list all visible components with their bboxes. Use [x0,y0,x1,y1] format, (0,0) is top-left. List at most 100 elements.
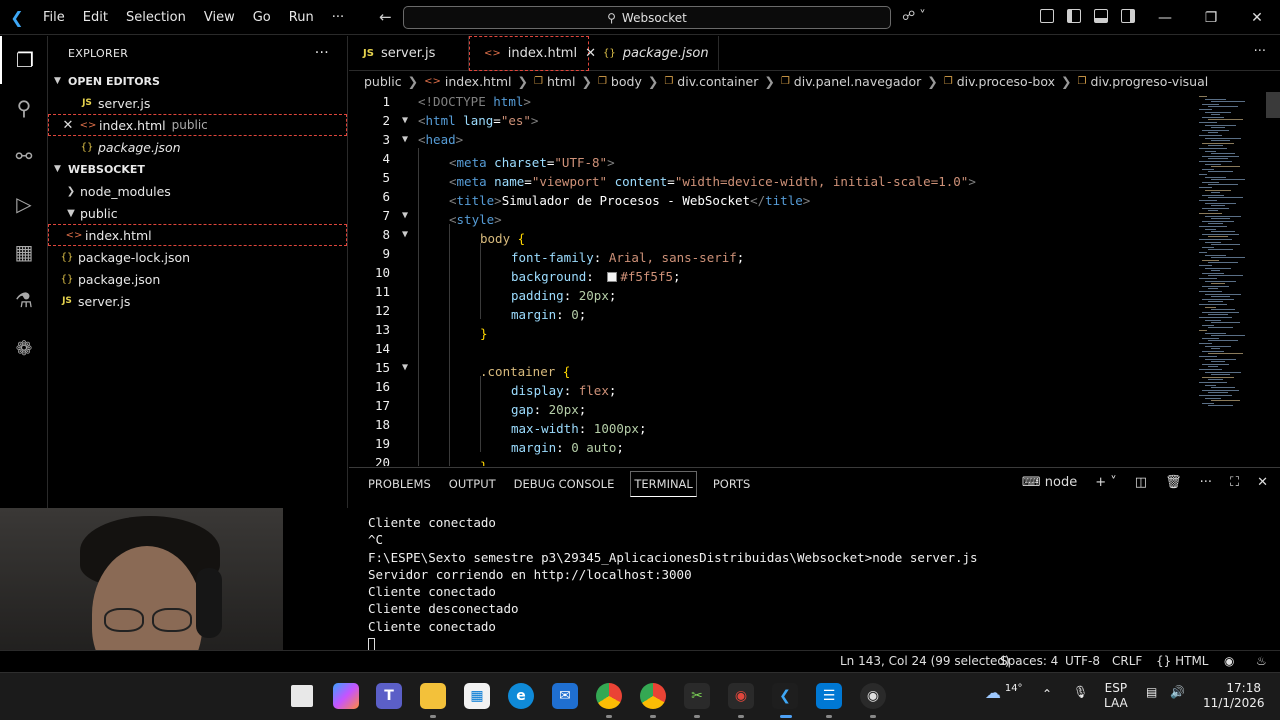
copilot-app-icon[interactable] [333,683,359,709]
close-window-icon[interactable]: ✕ [1234,0,1280,35]
tab-debug-console[interactable]: DEBUG CONSOLE [505,468,624,500]
scroll-thumb[interactable] [1266,92,1280,118]
running-indicator [694,715,700,718]
copilot-status-icon[interactable]: ◉ [1224,654,1234,668]
notepad-icon[interactable]: ☰ [816,683,842,709]
open-editor-item[interactable]: JS server.js [48,92,347,114]
terminal-selector[interactable]: ⌨ node [1022,475,1077,490]
new-terminal-icon[interactable]: + ˅ [1095,475,1117,490]
back-arrow-icon[interactable]: ← [379,8,392,26]
open-editor-item[interactable]: ✕ <> index.html public [48,114,347,136]
tab-output[interactable]: OUTPUT [440,468,505,500]
notifications-icon[interactable]: ♨ [1256,654,1267,668]
customize-layout-icon[interactable] [1040,9,1054,23]
editor-more-actions-icon[interactable]: ··· [1254,44,1266,59]
code-editor[interactable]: 1 <!DOCTYPE html> 2 ▼ <html lang="es"> 3 ▼ <h… [349,92,1195,466]
more-actions-icon[interactable]: ··· [1200,475,1212,490]
source-control-icon[interactable]: ⚯ [0,132,48,180]
chrome-profile-icon[interactable] [596,683,622,709]
copilot-icon[interactable]: ☍ ˅ [902,9,926,24]
tree-item-package-json[interactable]: {} package.json [48,268,347,290]
maximize-panel-icon[interactable]: ⛶ [1230,475,1239,490]
close-panel-icon[interactable]: ✕ [1257,475,1268,490]
fold-chevron-icon[interactable]: ▼ [392,229,418,240]
tab-problems[interactable]: PROBLEMS [359,468,440,500]
minimize-icon[interactable]: — [1142,0,1188,35]
workspace-section[interactable]: ▼ WEBSOCKET [48,158,347,180]
language-mode[interactable]: {} HTML [1156,654,1209,668]
more-actions-icon[interactable]: ··· [315,45,329,61]
file-explorer-icon[interactable] [420,683,446,709]
mongodb-leaf-icon[interactable]: ❁ [0,324,48,372]
teams-icon[interactable]: T [376,683,402,709]
store-icon[interactable]: ▦ [464,683,490,709]
open-editors-section[interactable]: ▼ OPEN EDITORS [48,70,347,92]
encoding[interactable]: UTF-8 [1065,654,1100,668]
extensions-icon[interactable]: ▦ [0,228,48,276]
breadcrumb-item[interactable]: ❯ ❐ div.container [642,74,759,89]
clock[interactable]: 17:18 11/1/2026 [1203,681,1265,711]
input-language[interactable]: ESP LAA [1104,681,1128,711]
end-of-line[interactable]: CRLF [1112,654,1142,668]
microphone-icon[interactable]: 🎙 [1073,685,1088,699]
network-icon[interactable]: ▤ [1146,685,1157,699]
run-debug-icon[interactable]: ▷ [0,180,48,228]
menu-edit[interactable]: Edit [74,0,117,35]
vscode-taskbar-icon[interactable]: ❮ [772,683,798,709]
edge-icon[interactable]: e [508,683,534,709]
breadcrumb-item[interactable]: ❯ <> index.html [402,74,512,89]
menu-view[interactable]: View [195,0,244,35]
tab-server-js[interactable]: JS server.js [349,36,469,71]
breadcrumb-item[interactable]: ❯ ❐ div.panel.navegador [758,74,921,89]
fold-chevron-icon[interactable]: ▼ [392,134,418,145]
toggle-secondary-sidebar-icon[interactable] [1121,9,1135,23]
trash-icon[interactable]: 🗑 [1165,475,1182,490]
minimap[interactable] [1195,92,1265,466]
weather-widget[interactable]: ☁ 14° [985,683,1023,702]
recorder-icon[interactable]: ◉ [728,683,754,709]
breadcrumb-item[interactable]: ❯ ❐ div.proceso-box [921,74,1055,89]
testing-icon[interactable]: ⚗ [0,276,48,324]
tree-item-node-modules[interactable]: ❯ node_modules [48,180,347,202]
cursor-position[interactable]: Ln 143, Col 24 (99 selected) [840,654,1010,668]
tab-index-html[interactable]: <> index.html ✕ [469,36,596,71]
volume-icon[interactable]: 🔊 [1170,685,1185,699]
tab-ports[interactable]: PORTS [704,468,759,500]
search-view-icon[interactable]: ⚲ [0,84,48,132]
restore-icon[interactable]: ❐ [1188,0,1234,35]
menu-go[interactable]: Go [244,0,280,35]
terminal-output[interactable]: Cliente conectado ^C F:\ESPE\Sexto semes… [368,514,978,652]
tab-terminal[interactable]: TERMINAL [630,471,697,497]
explorer-icon[interactable]: ❐ [0,36,48,84]
menu-more[interactable]: ··· [323,0,353,35]
menu-run[interactable]: Run [280,0,323,35]
indentation[interactable]: Spaces: 4 [1000,654,1058,668]
task-view-icon[interactable] [291,685,313,707]
toggle-sidebar-icon[interactable] [1067,9,1081,23]
open-editor-item[interactable]: {} package.json [48,136,347,158]
tree-item-public[interactable]: ▼ public [48,202,347,224]
menu-file[interactable]: File [34,0,74,35]
editor-scrollbar[interactable] [1266,92,1280,466]
breadcrumb-item[interactable]: public [364,74,402,89]
split-terminal-icon[interactable]: ◫ [1135,475,1147,490]
chevron-up-icon[interactable]: ⌃ [1042,687,1052,701]
breadcrumb-item[interactable]: ❯ ❐ div.progreso-visual [1055,74,1208,89]
obs-icon[interactable]: ◉ [860,683,886,709]
fold-chevron-icon[interactable]: ▼ [392,115,418,126]
breadcrumb-item[interactable]: ❯ ❐ body [575,74,641,89]
mail-icon[interactable]: ✉ [552,683,578,709]
tree-item-package-lock[interactable]: {} package-lock.json [48,246,347,268]
tree-item-index-html[interactable]: <> index.html [48,224,347,246]
fold-chevron-icon[interactable]: ▼ [392,362,418,373]
command-center-search[interactable]: ⚲ Websocket [403,6,891,29]
breadcrumb-item[interactable]: ❯ ❐ html [512,74,576,89]
toggle-panel-icon[interactable] [1094,9,1108,23]
tree-item-server-js[interactable]: JS server.js [48,290,347,312]
chrome-icon[interactable] [640,683,666,709]
close-editor-icon[interactable]: ✕ [59,118,77,133]
tab-package-json[interactable]: {} package.json [589,36,719,71]
menu-selection[interactable]: Selection [117,0,195,35]
fold-chevron-icon[interactable]: ▼ [392,210,418,221]
snipping-tool-icon[interactable]: ✂ [684,683,710,709]
